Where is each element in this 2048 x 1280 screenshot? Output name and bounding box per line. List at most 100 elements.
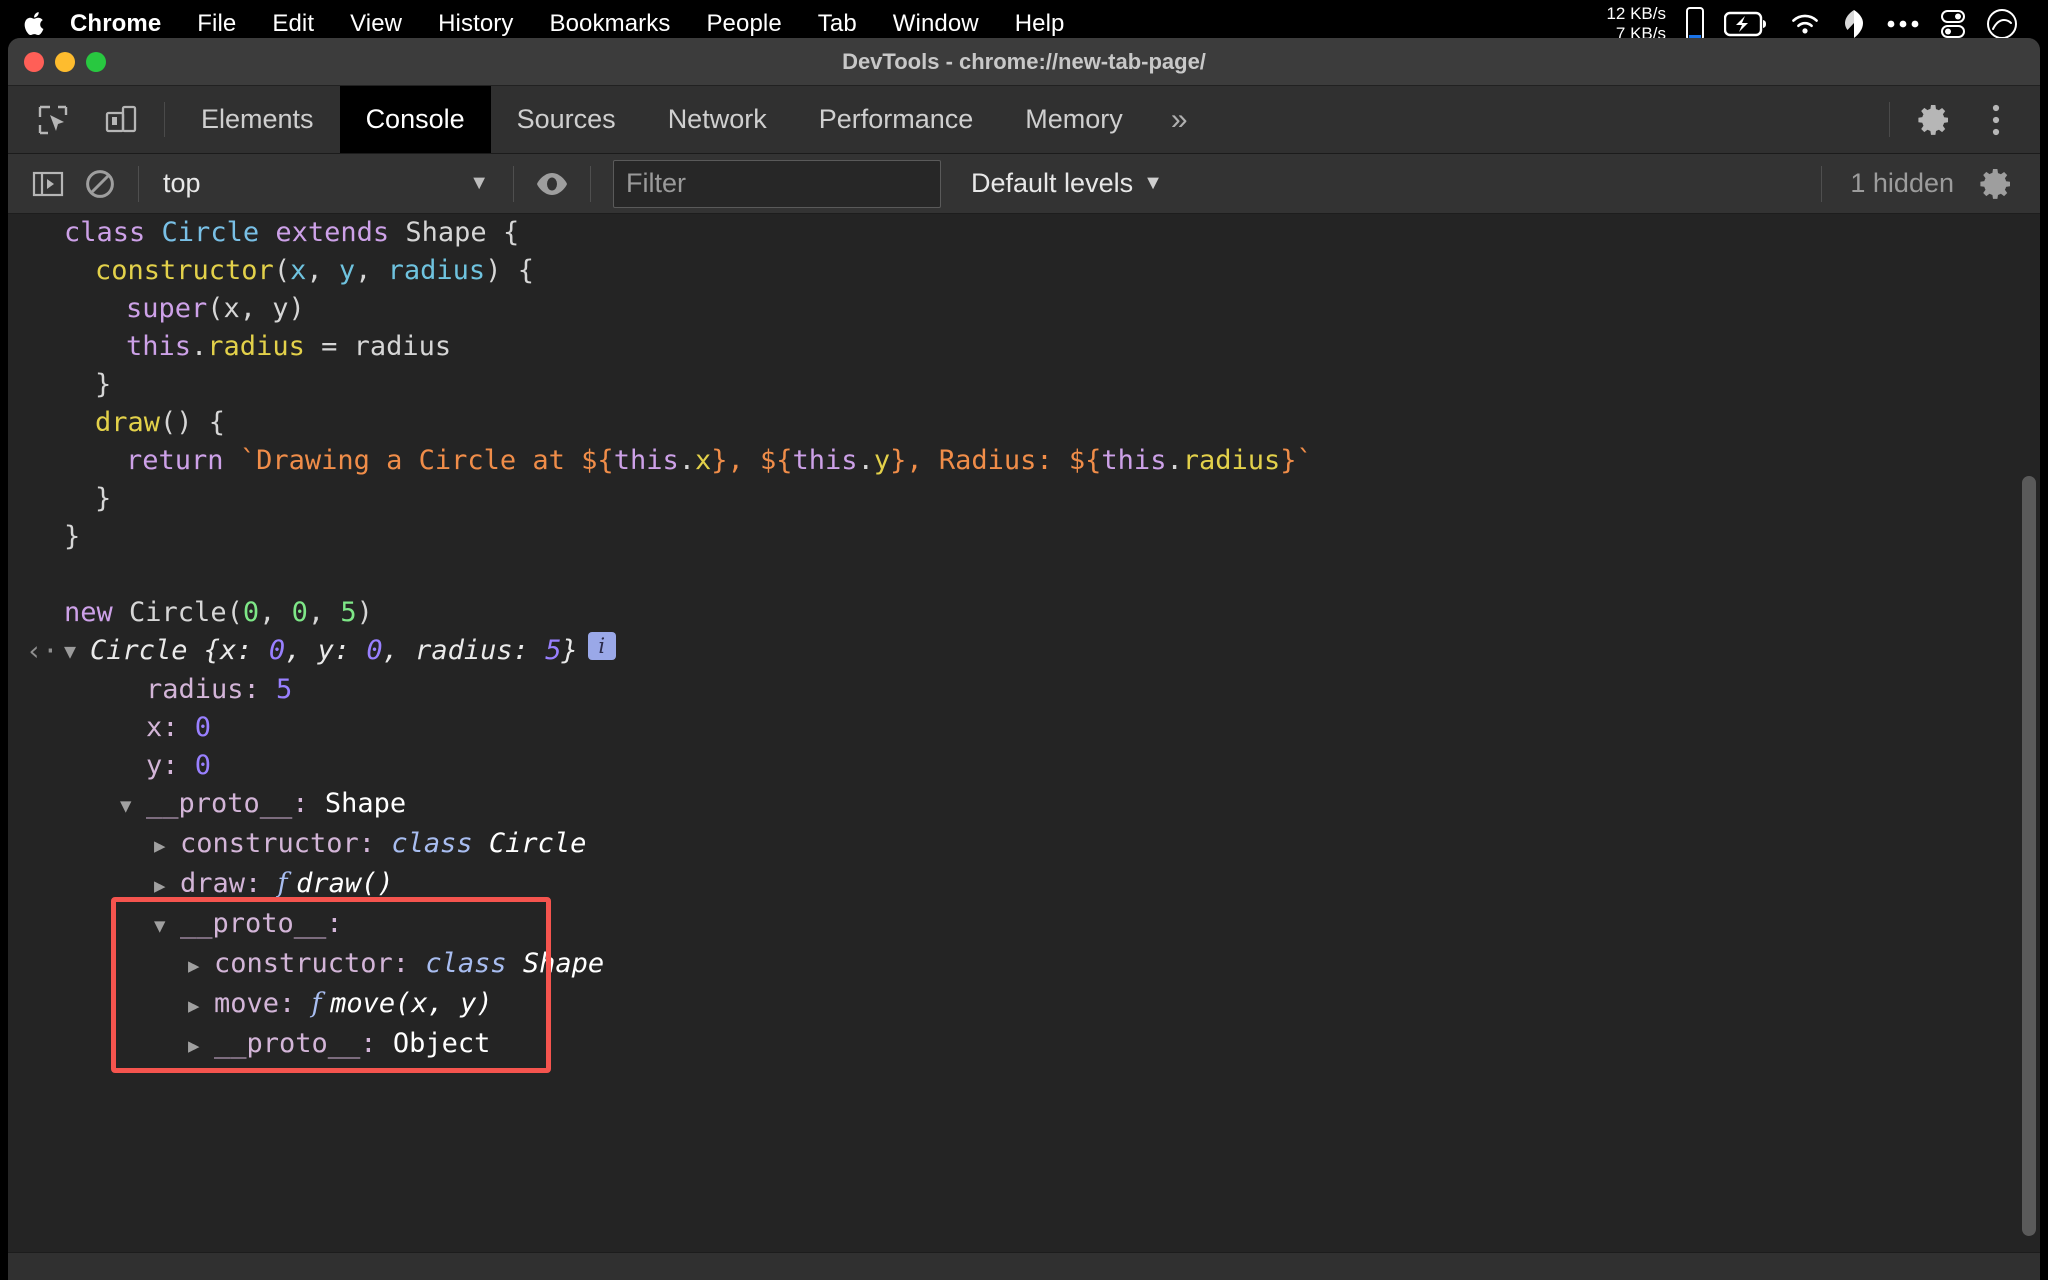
settings-gear-icon[interactable] — [1906, 92, 1962, 148]
devtools-window: DevTools - chrome://new-tab-page/ Elemen… — [8, 38, 2040, 1280]
code-token: . — [678, 445, 695, 476]
code-token: }, Radius: ${ — [890, 445, 1102, 476]
ellipsis-icon[interactable] — [1886, 18, 1920, 30]
property-value: 5 — [276, 674, 293, 705]
code-token: , — [306, 255, 339, 286]
preview-token: } — [561, 635, 578, 666]
dropbox-icon[interactable] — [1842, 9, 1866, 39]
code-line: super(x, y) — [8, 290, 2040, 328]
object-properties-list[interactable]: radius: 5x: 0y: 0__proto__: Shapeconstru… — [8, 671, 2040, 1065]
menu-item-help[interactable]: Help — [997, 10, 1083, 38]
tab-memory[interactable]: Memory — [999, 86, 1149, 153]
object-property-row[interactable]: __proto__: — [8, 905, 2040, 945]
close-window-button[interactable] — [24, 51, 44, 72]
code-token: class — [64, 217, 162, 248]
inspect-element-icon[interactable] — [26, 93, 80, 147]
iphone-icon[interactable] — [1686, 7, 1704, 41]
code-line: } — [8, 366, 2040, 404]
code-line: this.radius = radius — [8, 328, 2040, 366]
menu-item-view[interactable]: View — [332, 10, 420, 38]
property-disclosure-triangle[interactable] — [154, 827, 180, 865]
property-disclosure-triangle[interactable] — [188, 1027, 214, 1065]
menu-item-people[interactable]: People — [688, 10, 799, 38]
console-toolbar-right: 1 hidden — [1809, 158, 2040, 210]
tab-console[interactable]: Console — [339, 86, 491, 153]
more-options-icon[interactable] — [1968, 92, 2024, 148]
log-levels-dropdown[interactable]: Default levels ▼ — [953, 168, 1181, 199]
network-upload-speed: 12 KB/s — [1606, 4, 1666, 23]
window-title: DevTools - chrome://new-tab-page/ — [842, 48, 1206, 74]
object-property-row[interactable]: y: 0 — [8, 747, 2040, 785]
object-property-row[interactable]: constructor: class Circle — [8, 825, 2040, 865]
object-property-row[interactable]: __proto__: Shape — [8, 785, 2040, 825]
object-property-row[interactable]: __proto__: Object — [8, 1025, 2040, 1065]
hidden-messages-count[interactable]: 1 hidden — [1850, 168, 1954, 199]
return-value-arrow-icon: ‹· — [26, 636, 59, 667]
menu-item-file[interactable]: File — [179, 10, 254, 38]
execution-context-selector[interactable]: top ▼ — [151, 162, 501, 206]
property-disclosure-triangle[interactable] — [188, 947, 214, 985]
clear-console-icon[interactable] — [74, 158, 126, 210]
console-input-code[interactable]: class Circle extends Shape {constructor(… — [8, 214, 2040, 632]
code-token: Circle( — [112, 597, 243, 628]
object-property-row[interactable]: radius: 5 — [8, 671, 2040, 709]
property-disclosure-triangle[interactable] — [154, 867, 180, 905]
toolbar-separator-4 — [1821, 165, 1823, 202]
menu-item-window[interactable]: Window — [875, 10, 997, 38]
control-center-icon[interactable] — [1940, 9, 1966, 39]
menu-item-chrome[interactable]: Chrome — [70, 10, 179, 38]
more-tabs-chevron-icon[interactable]: » — [1149, 86, 1210, 153]
console-scrollbar-thumb[interactable] — [2022, 476, 2036, 1236]
code-token: this — [126, 331, 192, 362]
console-settings-gear-icon[interactable] — [1970, 158, 2022, 210]
code-token: . — [857, 445, 874, 476]
menu-item-edit[interactable]: Edit — [254, 10, 332, 38]
console-filter-input[interactable] — [626, 168, 928, 199]
console-result-row[interactable]: ‹· ▼ Circle {x: 0, y: 0, radius: 5} i — [8, 632, 2040, 671]
object-property-row[interactable]: constructor: class Shape — [8, 945, 2040, 985]
property-disclosure-triangle[interactable] — [188, 987, 214, 1025]
info-badge-icon[interactable]: i — [587, 632, 616, 660]
menu-item-history[interactable]: History — [420, 10, 531, 38]
tab-sources[interactable]: Sources — [491, 86, 642, 153]
device-toolbar-icon[interactable] — [94, 93, 148, 147]
result-disclosure-triangle[interactable]: ▼ — [64, 632, 90, 670]
window-titlebar: DevTools - chrome://new-tab-page/ — [8, 38, 2040, 86]
code-token: = radius — [304, 331, 452, 362]
object-property-row[interactable]: x: 0 — [8, 709, 2040, 747]
tab-performance[interactable]: Performance — [793, 86, 1000, 153]
console-filter-box[interactable] — [613, 159, 941, 208]
apple-logo-icon[interactable] — [22, 9, 48, 39]
console-scrollbar[interactable] — [2022, 476, 2036, 1236]
property-value: f move(x, y) — [311, 988, 493, 1019]
battery-charging-icon[interactable] — [1724, 11, 1768, 37]
devtools-tabstrip-actions — [1879, 86, 2040, 153]
property-value: 0 — [194, 712, 212, 743]
object-preview[interactable]: Circle {x: 0, y: 0, radius: 5} — [90, 632, 578, 670]
minimize-window-button[interactable] — [55, 51, 75, 72]
devtools-tool-icons — [8, 86, 154, 153]
code-token: x — [694, 445, 712, 476]
console-output-area[interactable]: class Circle extends Shape {constructor(… — [8, 214, 2040, 1280]
code-token: extends — [275, 217, 390, 248]
menu-item-tab[interactable]: Tab — [800, 10, 875, 38]
menu-item-bookmarks[interactable]: Bookmarks — [532, 10, 689, 38]
property-disclosure-triangle[interactable] — [120, 787, 146, 825]
object-property-row[interactable]: draw: f draw() — [8, 865, 2040, 905]
object-property-row[interactable]: move: f move(x, y) — [8, 985, 2040, 1025]
wifi-icon[interactable] — [1788, 11, 1822, 37]
maximize-window-button[interactable] — [86, 51, 106, 72]
live-expression-icon[interactable] — [526, 158, 578, 210]
siri-icon[interactable] — [1986, 8, 2018, 40]
tab-elements[interactable]: Elements — [175, 86, 340, 153]
code-token: 5 — [340, 597, 357, 628]
property-value: class Circle — [391, 828, 587, 859]
property-value: Object — [392, 1028, 491, 1059]
console-sidebar-icon[interactable] — [22, 158, 74, 210]
code-token: this — [613, 445, 679, 476]
preview-token: , radius: — [382, 635, 546, 666]
property-disclosure-triangle[interactable] — [154, 907, 180, 945]
tab-network[interactable]: Network — [642, 86, 793, 153]
